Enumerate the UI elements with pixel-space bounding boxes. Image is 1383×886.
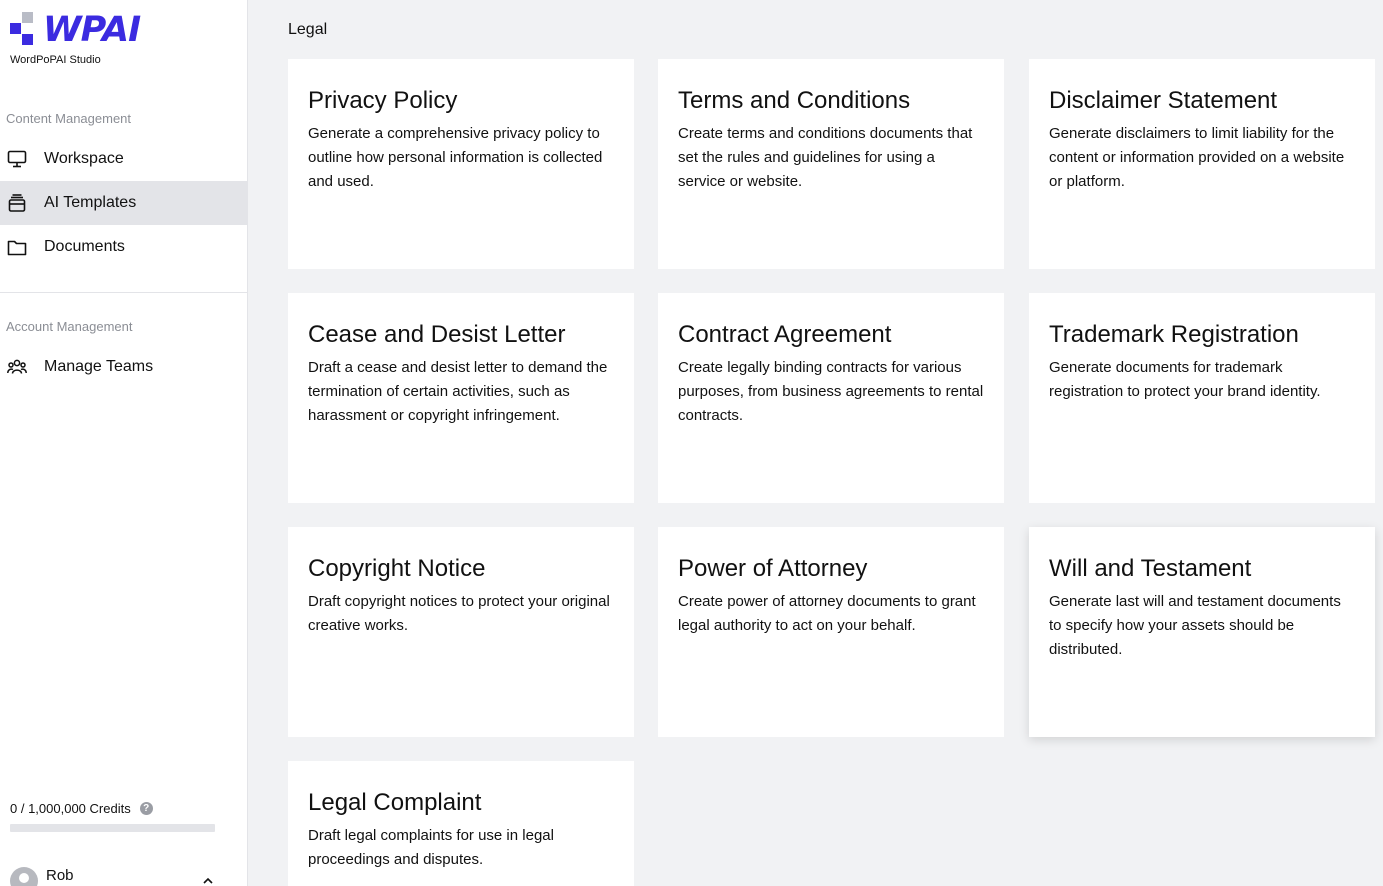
card-title: Power of Attorney (678, 555, 868, 582)
card-description: Generate last will and testament documen… (1049, 593, 1341, 658)
card-title: Legal Complaint (308, 789, 482, 816)
content-management-heading: Content Management (6, 111, 132, 126)
account-management-heading: Account Management (6, 319, 133, 334)
logo-mark-icon (10, 12, 34, 46)
help-icon[interactable]: ? (139, 802, 153, 815)
template-card-legal-complaint[interactable]: Legal Complaint Draft legal complaints f… (288, 761, 634, 886)
chevron-up-icon[interactable] (202, 874, 214, 886)
sidebar-item-documents[interactable]: Documents (0, 225, 247, 269)
team-icon (7, 357, 27, 377)
sidebar-item-label: Workspace (44, 150, 124, 167)
card-title: Disclaimer Statement (1049, 87, 1278, 114)
sidebar-item-label: AI Templates (44, 194, 137, 211)
sidebar-item-manage-teams[interactable]: Manage Teams (0, 345, 247, 389)
card-title: Will and Testament (1049, 555, 1252, 582)
template-card-disclaimer-statement[interactable]: Disclaimer Statement Generate disclaimer… (1029, 59, 1375, 269)
credits-progress-bar (10, 824, 215, 832)
template-card-privacy-policy[interactable]: Privacy Policy Generate a comprehensive … (288, 59, 634, 269)
card-description: Draft copyright notices to protect your … (308, 593, 610, 634)
card-title: Cease and Desist Letter (308, 321, 566, 348)
user-name[interactable]: Rob (46, 867, 74, 884)
template-card-copyright-notice[interactable]: Copyright Notice Draft copyright notices… (288, 527, 634, 737)
card-description: Create terms and conditions documents th… (678, 125, 973, 190)
credits-text: 0 / 1,000,000 Credits (10, 801, 131, 816)
sidebar-item-ai-templates[interactable]: AI Templates (0, 181, 247, 225)
card-description: Draft a cease and desist letter to deman… (308, 359, 608, 424)
template-card-trademark-registration[interactable]: Trademark Registration Generate document… (1029, 293, 1375, 503)
credits-info: 0 / 1,000,000 Credits ? (10, 801, 153, 816)
breadcrumb: Legal (288, 21, 328, 38)
folder-icon (7, 237, 27, 257)
card-title: Privacy Policy (308, 87, 458, 114)
template-card-contract-agreement[interactable]: Contract Agreement Create legally bindin… (658, 293, 1004, 503)
card-title: Terms and Conditions (678, 87, 911, 114)
template-card-terms-and-conditions[interactable]: Terms and Conditions Create terms and co… (658, 59, 1004, 269)
card-description: Create legally binding contracts for var… (678, 359, 984, 424)
template-card-will-and-testament[interactable]: Will and Testament Generate last will an… (1029, 527, 1375, 737)
card-description: Generate a comprehensive privacy policy … (308, 125, 603, 190)
sidebar-item-label: Documents (44, 238, 125, 255)
template-card-power-of-attorney[interactable]: Power of Attorney Create power of attorn… (658, 527, 1004, 737)
sidebar-item-label: Manage Teams (44, 358, 154, 375)
logo-text: WPAI (43, 10, 141, 50)
card-description: Create power of attorney documents to gr… (678, 593, 976, 634)
sidebar-item-workspace[interactable]: Workspace (0, 137, 247, 181)
sidebar-divider (0, 292, 247, 293)
card-title: Contract Agreement (678, 321, 892, 348)
avatar[interactable] (10, 867, 38, 886)
sidebar: WPAI WordPoPAI Studio Content Management… (0, 0, 248, 886)
studio-name: WordPoPAI Studio (10, 54, 101, 66)
card-description: Draft legal complaints for use in legal … (308, 827, 554, 868)
card-description: Generate disclaimers to limit liability … (1049, 125, 1345, 190)
card-title: Copyright Notice (308, 555, 486, 582)
template-card-cease-and-desist[interactable]: Cease and Desist Letter Draft a cease an… (288, 293, 634, 503)
monitor-icon (7, 149, 27, 169)
stack-icon (7, 193, 27, 213)
card-description: Generate documents for trademark registr… (1049, 359, 1321, 400)
card-title: Trademark Registration (1049, 321, 1299, 348)
